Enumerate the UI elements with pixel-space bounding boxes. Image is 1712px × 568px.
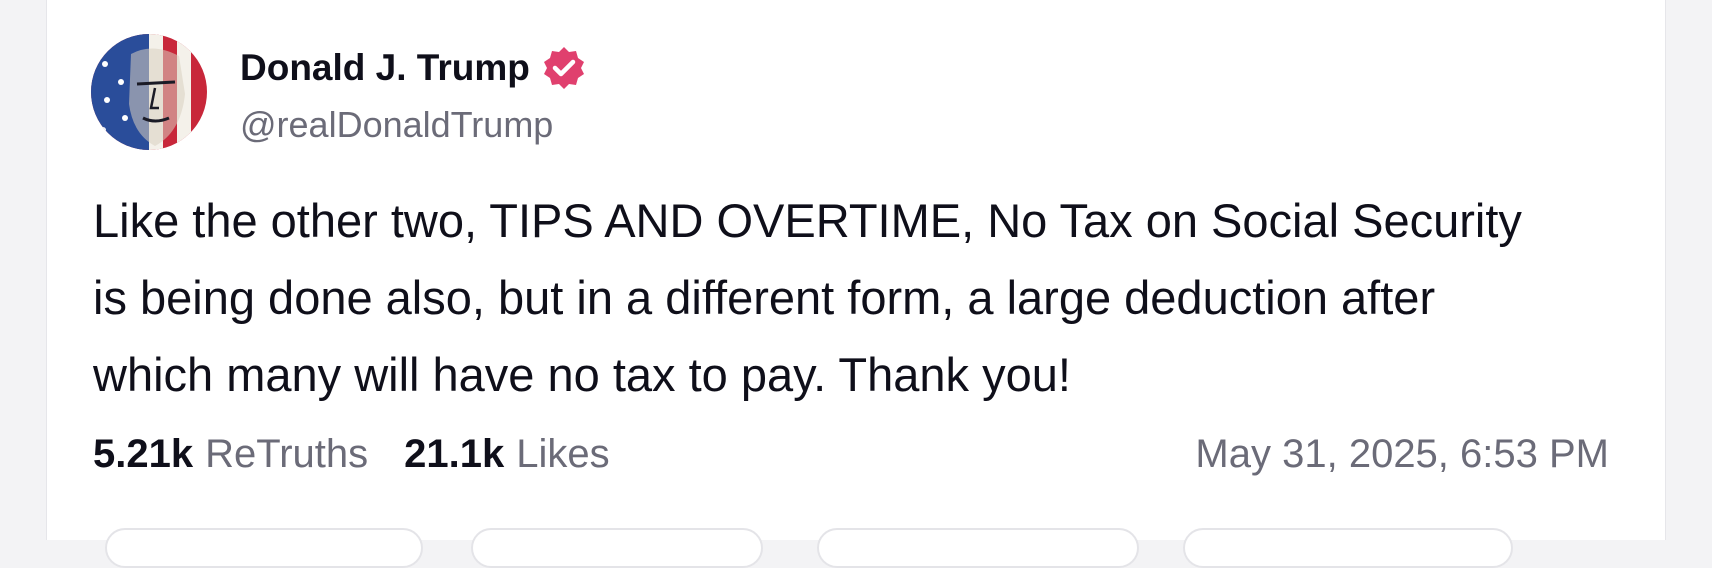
like-button[interactable] — [817, 528, 1139, 568]
post-timestamp[interactable]: May 31, 2025, 6:53 PM — [1195, 432, 1609, 477]
likes-count[interactable]: 21.1k — [404, 432, 504, 477]
verified-badge-icon — [543, 47, 584, 89]
retruths-count[interactable]: 5.21k — [93, 432, 193, 477]
post-text-line: which many will have no tax to pay. Than… — [93, 348, 1071, 401]
likes-label[interactable]: Likes — [516, 432, 609, 477]
author-handle[interactable]: @realDonaldTrump — [240, 104, 553, 146]
share-button[interactable] — [1183, 528, 1513, 568]
post-text-line: Like the other two, TIPS AND OVERTIME, N… — [93, 194, 1522, 247]
post-text-line: is being done also, but in a different f… — [93, 271, 1436, 324]
retruth-button[interactable] — [471, 528, 763, 568]
post-body: Like the other two, TIPS AND OVERTIME, N… — [93, 182, 1653, 413]
post-card: Donald J. Trump @realDonaldTrump Like th… — [46, 0, 1666, 568]
author-name-text: Donald J. Trump — [240, 47, 530, 88]
reply-button[interactable] — [105, 528, 423, 568]
author-display-name[interactable]: Donald J. Trump — [240, 44, 588, 92]
post-stats: 5.21k ReTruths 21.1k Likes — [93, 432, 646, 477]
avatar-flag-portrait-icon — [91, 34, 207, 150]
retruths-label[interactable]: ReTruths — [205, 432, 368, 477]
author-avatar[interactable] — [91, 34, 207, 150]
